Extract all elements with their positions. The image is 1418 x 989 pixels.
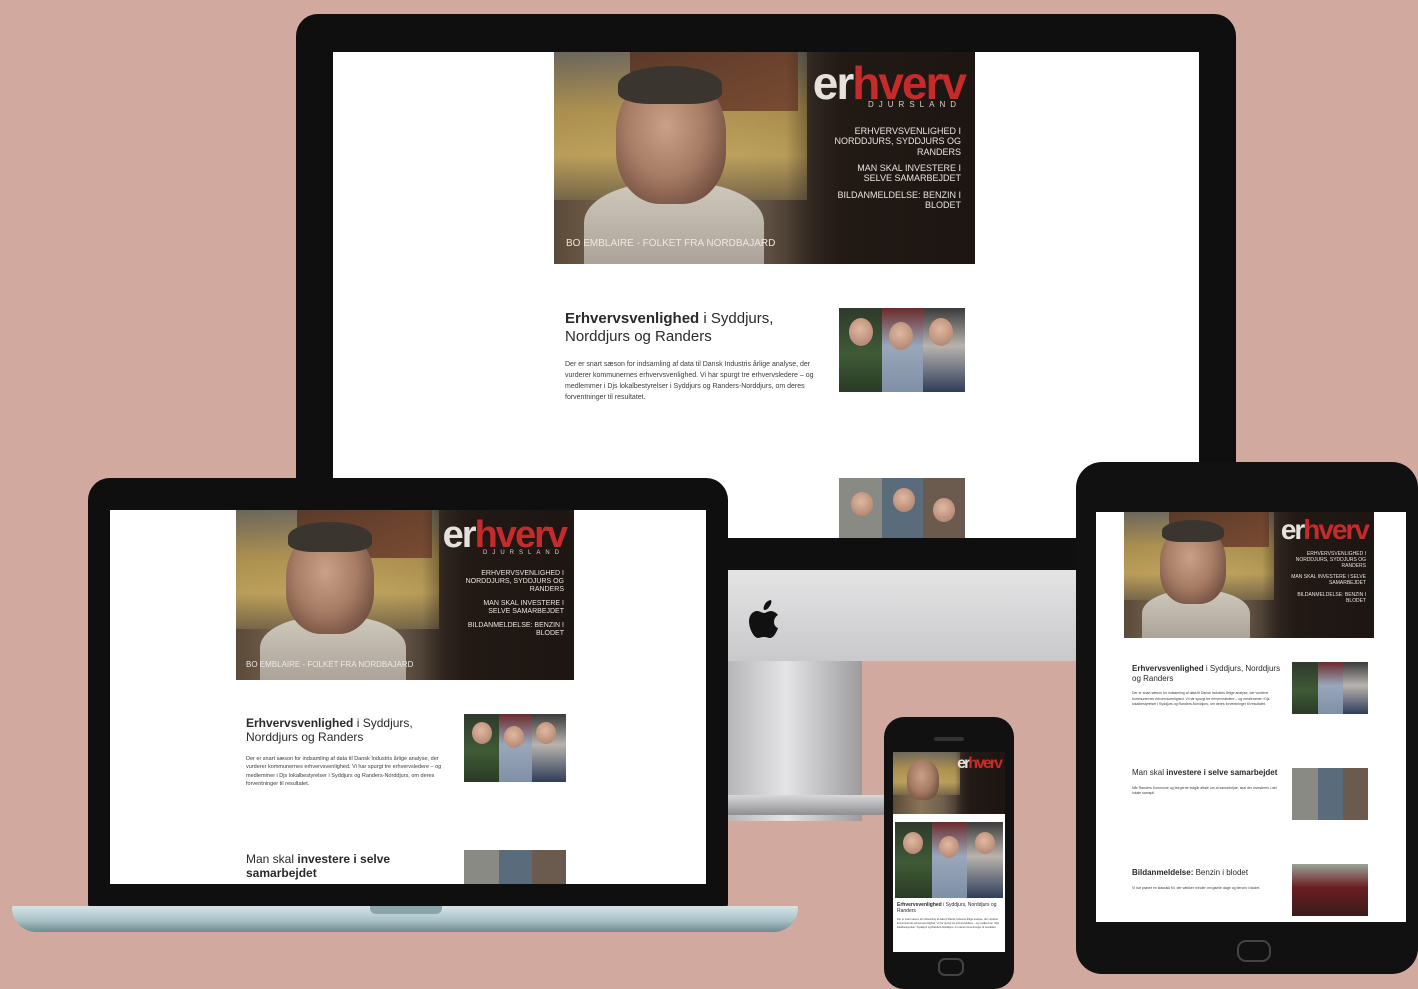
article-1-title[interactable]: Erhvervsvenlighed i Syddjurs, Norddjurs …	[1132, 664, 1282, 683]
hero-teaser-3: BILDANMELDELSE: BENZIN I BLODET	[1297, 591, 1366, 604]
hero-teaser-1: ERHVERVSVENLIGHED I NORDDJURS, SYDDJURS …	[1295, 551, 1366, 569]
tablet-home-button[interactable]	[1237, 940, 1271, 962]
article-1-body: Der er snart sæson for indsamling af dat…	[897, 918, 999, 930]
article-1-body: Der er snart sæson for indsamling af dat…	[565, 361, 814, 401]
newsletter-hero: erhverv DJURSLAND ERHVERVSVENLIGHED I NO…	[554, 52, 975, 264]
article-2-photo[interactable]	[1292, 768, 1368, 820]
article-1-photo[interactable]	[839, 308, 965, 392]
phone-home-button[interactable]	[938, 958, 964, 976]
hero-person-hair	[1162, 520, 1224, 542]
hero-teaser-3: BILDANMELDELSE: BENZIN I BLODET	[837, 189, 961, 211]
article-1[interactable]: Erhvervsvenlighed i Syddjurs, Norddjurs …	[246, 716, 446, 789]
article-2-photo[interactable]	[464, 850, 566, 884]
hero-caption: BO EMBLAIRE - FOLKET FRA NORDBAJARD	[566, 238, 776, 249]
brand-logo: erhverv	[957, 755, 1003, 772]
article-2-title[interactable]: Man skal investere i selve samarbejdet	[1132, 768, 1282, 778]
brand-logo: erhverv	[442, 514, 568, 556]
hero-teaser-2: MAN SKAL INVESTERE I SELVE SAMARBEJDET	[1291, 574, 1366, 586]
hero-caption: BO EMBLAIRE - FOLKET FRA NORDBAJARD	[246, 660, 414, 669]
hero-teasers: ERHVERVSVENLIGHED I NORDDJURS, SYDDJURS …	[831, 126, 961, 216]
article-2[interactable]: Man skal investere i selve samarbejdet	[246, 852, 446, 881]
article-3-title[interactable]: Bildanmeldelse: Benzin i blodet	[1132, 868, 1282, 878]
newsletter-hero: erhverv DJURSLAND ERHVERVSVENLIGHED I NO…	[236, 510, 574, 680]
article-1-photo[interactable]	[464, 714, 566, 782]
article-1-body: Der er snart sæson for indsamling af dat…	[1132, 691, 1270, 707]
hero-teasers: ERHVERVSVENLIGHED I NORDDJURS, SYDDJURS …	[460, 570, 564, 644]
hero-teaser-2: MAN SKAL INVESTERE I SELVE SAMARBEJDET	[483, 600, 564, 616]
brand-logo: erhverv	[1280, 514, 1370, 545]
article-1-body: Der er snart sæson for indsamling af dat…	[246, 755, 442, 788]
phone-screen: erhverv Erhvervsvenlighed i Syddjurs, No…	[893, 752, 1005, 952]
hero-teaser-3: BILDANMELDELSE: BENZIN I BLODET	[467, 622, 564, 638]
article-2[interactable]: Man skal investere i selve samarbejdet N…	[1132, 768, 1282, 797]
laptop-notch	[370, 906, 442, 914]
article-1[interactable]: Erhvervsvenlighed i Syddjurs, Norddjurs …	[565, 310, 815, 403]
laptop-screen: erhverv DJURSLAND ERHVERVSVENLIGHED I NO…	[110, 510, 706, 884]
imac-screen: erhverv DJURSLAND ERHVERVSVENLIGHED I NO…	[333, 52, 1199, 538]
brand-subtitle: DJURSLAND	[482, 550, 564, 556]
article-3-body: Vi har prøvet en klassisk bil, der vække…	[1132, 885, 1261, 890]
newsletter-hero: erhverv ERHVERVSVENLIGHED I NORDDJURS, S…	[1124, 512, 1374, 638]
article-2-body: Når Randers Kommune og borgerne indgår a…	[1132, 785, 1277, 796]
article-3-photo[interactable]	[1292, 864, 1368, 916]
article-1[interactable]: Erhvervsvenlighed i Syddjurs, Norddjurs …	[1132, 664, 1282, 708]
hero-person-hair	[618, 66, 722, 104]
article-2-photo[interactable]	[839, 478, 965, 538]
newsletter-hero: erhverv	[893, 752, 1005, 814]
brand-subtitle: DJURSLAND	[867, 100, 961, 109]
article-1-title[interactable]: Erhvervsvenlighed i Syddjurs, Norddjurs …	[897, 902, 1001, 914]
apple-logo-icon	[749, 600, 778, 638]
hero-teaser-1: ERHVERVSVENLIGHED I NORDDJURS, SYDDJURS …	[465, 570, 564, 594]
hero-person-face	[907, 760, 939, 800]
article-1-title[interactable]: Erhvervsvenlighed i Syddjurs, Norddjurs …	[565, 310, 815, 346]
article-2-title[interactable]: Man skal investere i selve samarbejdet	[246, 852, 446, 881]
hero-teaser-2: MAN SKAL INVESTERE I SELVE SAMARBEJDET	[857, 163, 961, 184]
tablet-screen: erhverv ERHVERVSVENLIGHED I NORDDJURS, S…	[1096, 512, 1406, 922]
article-1-title[interactable]: Erhvervsvenlighed i Syddjurs, Norddjurs …	[246, 716, 446, 745]
phone-speaker	[934, 737, 964, 741]
hero-teasers: ERHVERVSVENLIGHED I NORDDJURS, SYDDJURS …	[1286, 551, 1366, 610]
hero-teaser-1: ERHVERVSVENLIGHED I NORDDJURS, SYDDJURS …	[834, 126, 961, 157]
hero-person-hair	[288, 522, 372, 552]
article-3[interactable]: Bildanmeldelse: Benzin i blodet Vi har p…	[1132, 868, 1282, 891]
article-1-photo[interactable]	[1292, 662, 1368, 714]
article-1[interactable]: Erhvervsvenlighed i Syddjurs, Norddjurs …	[897, 902, 1001, 930]
article-1-photo[interactable]	[895, 822, 1003, 898]
